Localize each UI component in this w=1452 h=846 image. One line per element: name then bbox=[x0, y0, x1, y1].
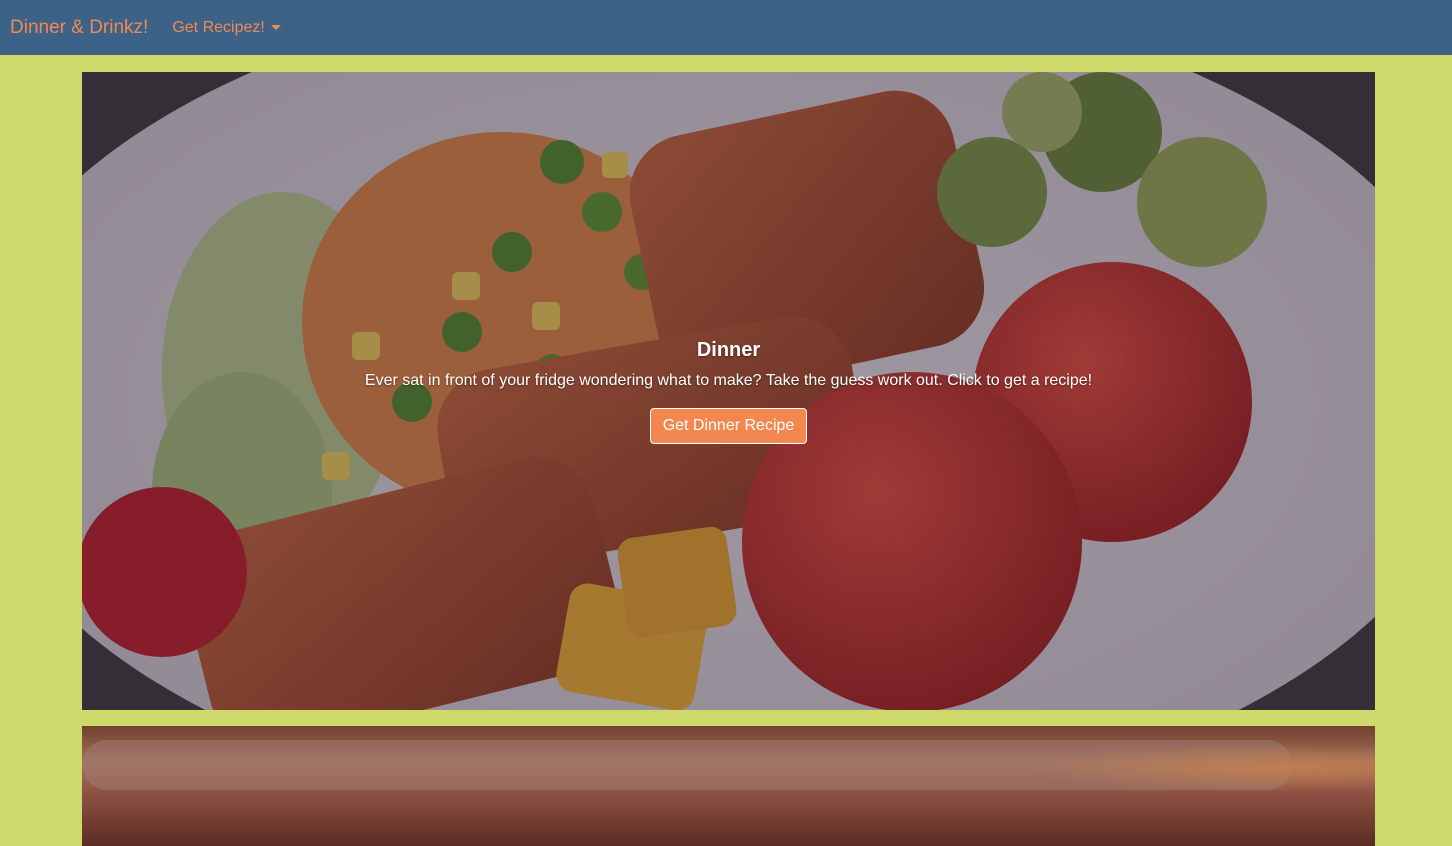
get-recipez-dropdown[interactable]: Get Recipez! bbox=[172, 18, 281, 37]
navbar: Dinner & Drinkz! Get Recipez! bbox=[0, 0, 1452, 55]
dinner-caption: Dinner Ever sat in front of your fridge … bbox=[82, 72, 1375, 710]
get-dinner-recipe-button[interactable]: Get Dinner Recipe bbox=[649, 407, 808, 444]
dinner-title: Dinner bbox=[696, 338, 761, 361]
brand-link[interactable]: Dinner & Drinkz! bbox=[10, 17, 148, 39]
dropdown-label: Get Recipez! bbox=[172, 18, 265, 36]
drinks-card bbox=[82, 726, 1375, 846]
caret-down-icon bbox=[270, 25, 281, 30]
drinks-image bbox=[82, 726, 1375, 846]
dinner-description: Ever sat in front of your fridge wonderi… bbox=[364, 371, 1093, 389]
dinner-card: Dinner Ever sat in front of your fridge … bbox=[82, 72, 1375, 710]
